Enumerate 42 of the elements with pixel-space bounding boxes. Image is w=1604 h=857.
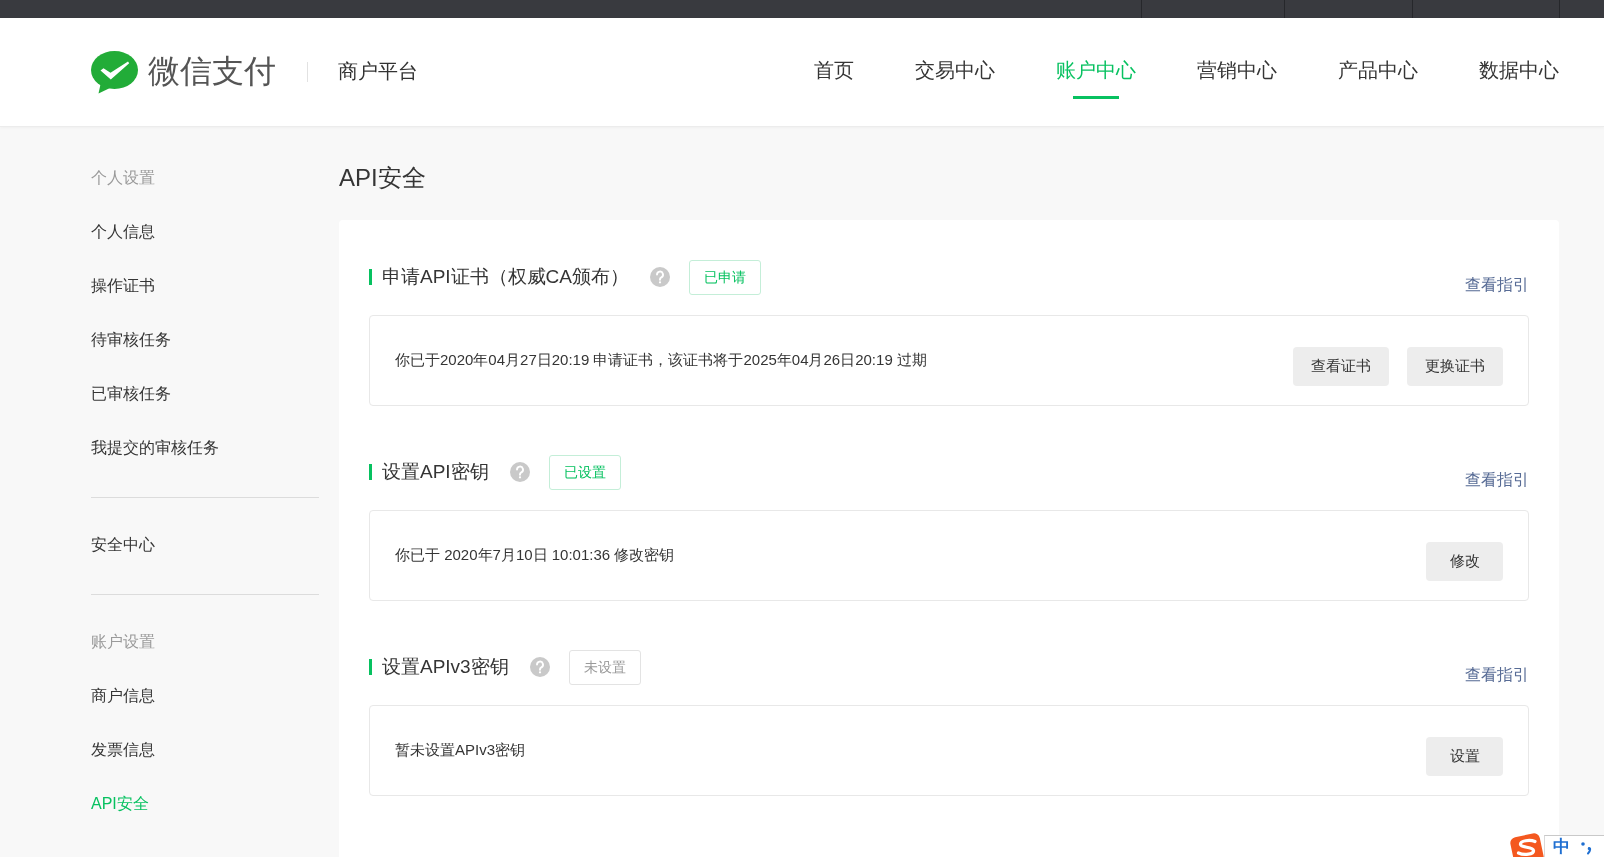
sidebar-item[interactable]: 发票信息 [91, 723, 319, 777]
accent-bar [369, 464, 372, 480]
section-title: 设置APIv3密钥 [382, 654, 509, 679]
section-title: 设置API密钥 [382, 459, 489, 484]
sidebar-item[interactable]: 操作证书 [91, 259, 319, 313]
sidebar-item[interactable]: 我提交的审核任务 [91, 421, 319, 475]
nav-tab[interactable]: 交易中心 [915, 58, 995, 99]
input-mode-text[interactable]: 中 [1553, 836, 1570, 857]
accent-bar [369, 269, 372, 285]
help-icon [529, 657, 550, 677]
sidebar-item[interactable]: 已审核任务 [91, 367, 319, 421]
help-icon [650, 267, 671, 287]
nav-tab[interactable]: 首页 [814, 58, 854, 99]
sidebar-item[interactable]: 安全中心 [91, 518, 319, 572]
accent-bar [369, 659, 372, 675]
platform-label: 商户平台 [338, 59, 418, 85]
logo-text: 微信支付 [148, 54, 276, 90]
guide-link[interactable]: 查看指引 [1465, 470, 1529, 490]
guide-link[interactable]: 查看指引 [1465, 275, 1529, 295]
message-text: 你已于2020年04月27日20:19 申请证书，该证书将于2025年04月26日20:19 过期 [395, 350, 927, 371]
message-text: 你已于 2020年7月10日 10:01:36 修改密钥 [395, 545, 675, 566]
nav-tab[interactable]: 营销中心 [1197, 58, 1277, 99]
status-tag: 未设置 [568, 649, 641, 685]
sidebar-item[interactable]: 待审核任务 [91, 313, 319, 367]
sidebar-item[interactable]: 个人信息 [91, 205, 319, 259]
action-button[interactable]: 查看证书 [1293, 347, 1389, 386]
nav-tab[interactable]: 数据中心 [1479, 58, 1559, 99]
status-tag: 已申请 [689, 259, 762, 295]
section-title: 申请API证书（权威CA颁布） [382, 264, 630, 289]
help-icon [509, 462, 530, 482]
guide-link[interactable]: 查看指引 [1465, 665, 1529, 685]
sidebar-heading: 个人设置 [91, 168, 156, 188]
page-title: API安全 [339, 163, 427, 193]
logo-icon [91, 50, 138, 94]
action-button[interactable]: 设置 [1426, 737, 1503, 776]
status-tag: 已设置 [548, 454, 621, 490]
nav-tab[interactable]: 产品中心 [1338, 58, 1418, 99]
sidebar-item[interactable]: 商户信息 [91, 669, 319, 723]
message-text: 暂未设置APIv3密钥 [395, 740, 526, 761]
sidebar-heading: 账户设置 [91, 632, 156, 652]
action-button[interactable]: 修改 [1426, 542, 1503, 581]
action-button[interactable]: 更换证书 [1407, 347, 1503, 386]
